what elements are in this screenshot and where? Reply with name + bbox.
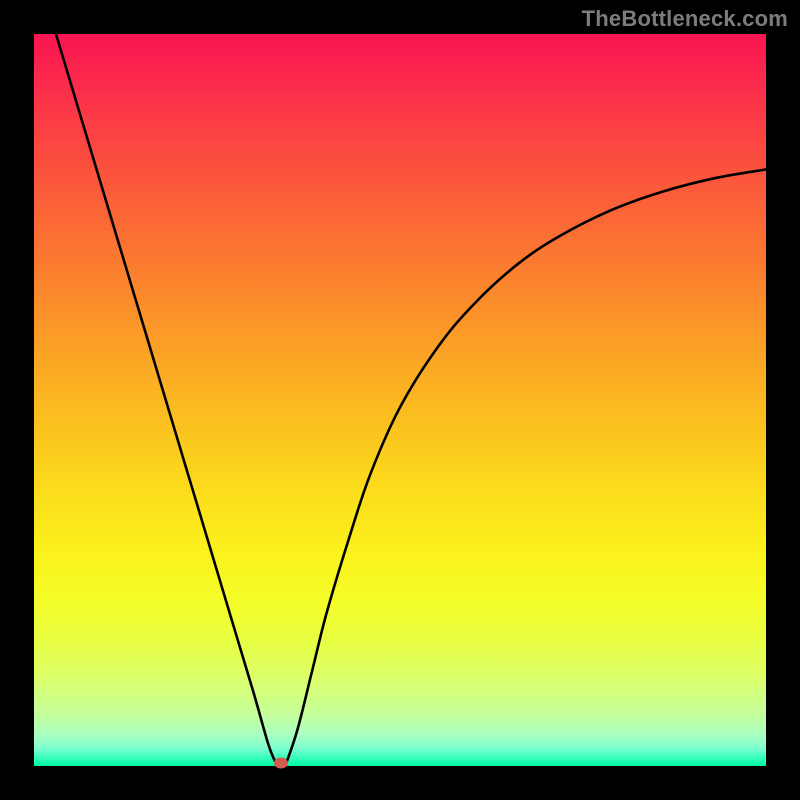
watermark-text: TheBottleneck.com xyxy=(582,6,788,32)
plot-area xyxy=(34,34,766,766)
curve-left-branch xyxy=(56,34,276,762)
curve-layer xyxy=(34,34,766,766)
chart-frame: TheBottleneck.com xyxy=(0,0,800,800)
bottleneck-marker xyxy=(274,758,288,769)
curve-right-branch xyxy=(287,169,766,762)
